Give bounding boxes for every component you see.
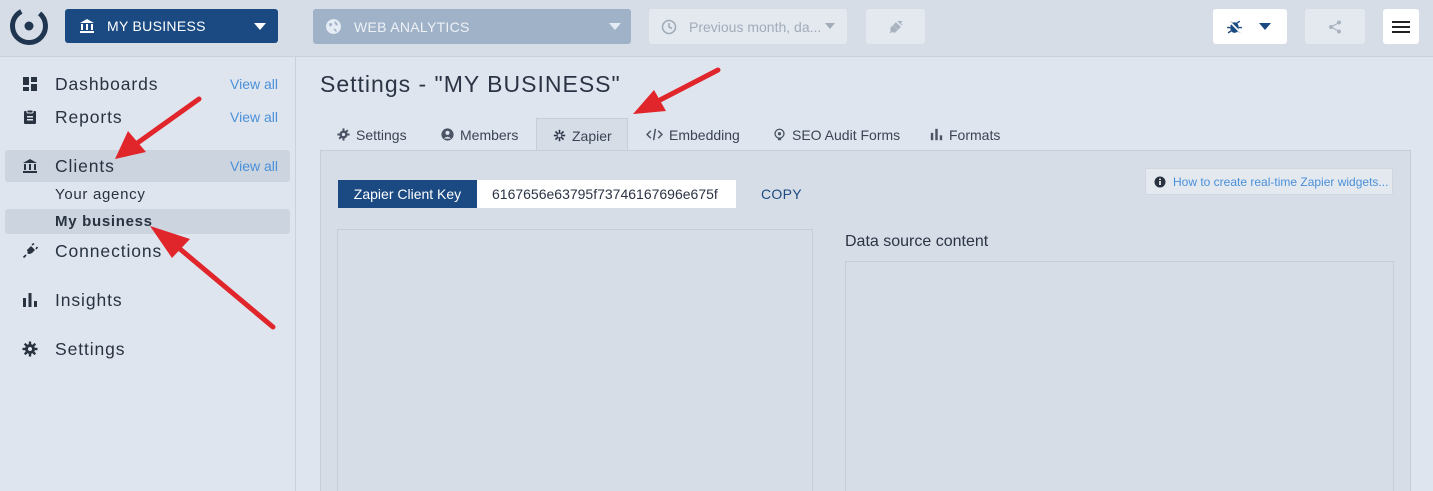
sidebar-item-dashboards[interactable]: Dashboards View all (5, 68, 290, 100)
data-source-title: Data source content (845, 233, 989, 250)
client-select-label: MY BUSINESS (107, 18, 206, 34)
bug-icon (1227, 19, 1242, 34)
zapier-key-field[interactable]: 6167656e63795f73746167696e675f (477, 180, 736, 208)
clock-icon (661, 19, 677, 34)
tab-settings[interactable]: Settings (337, 118, 407, 151)
sidebar-item-label: Clients (55, 155, 115, 176)
page-title: Settings - "MY BUSINESS" (320, 71, 621, 97)
copy-button[interactable]: COPY (761, 186, 802, 202)
datasource-select-label: WEB ANALYTICS (354, 18, 470, 35)
top-bar: MY BUSINESS WEB ANALYTICS Previous month… (0, 0, 1433, 57)
datasource-select[interactable]: WEB ANALYTICS (313, 9, 631, 44)
app-logo-icon[interactable] (9, 6, 49, 46)
zapier-key-label: Zapier Client Key (338, 180, 477, 208)
tab-label: Embedding (669, 126, 740, 143)
zapier-icon (553, 129, 566, 142)
code-icon (646, 128, 663, 141)
view-all-link[interactable]: View all (230, 158, 278, 174)
gear-icon (337, 128, 350, 141)
plug-icon (889, 20, 902, 33)
sidebar-item-label: Settings (55, 338, 126, 359)
tab-zapier[interactable]: Zapier (536, 118, 628, 152)
bank-icon (80, 19, 94, 33)
chevron-down-icon (254, 23, 266, 30)
tab-label: Formats (949, 126, 1001, 143)
sidebar-item-settings[interactable]: Settings (5, 333, 290, 365)
plug-icon (22, 243, 38, 259)
tab-label: SEO Audit Forms (792, 126, 901, 143)
sidebar-item-clients[interactable]: Clients View all (5, 150, 290, 182)
chevron-down-icon (609, 23, 621, 30)
sidebar-item-label: Connections (55, 240, 163, 261)
sidebar-subitem-your-agency[interactable]: Your agency (5, 182, 290, 207)
debug-menu-button[interactable] (1213, 9, 1287, 44)
settings-tabs: Settings Members Zapier Embedding SEO Au… (320, 118, 1411, 152)
hamburger-icon (1392, 20, 1410, 33)
sidebar: Dashboards View all Reports View all Cli… (0, 57, 296, 491)
sidebar-item-insights[interactable]: Insights (5, 284, 290, 316)
share-button[interactable] (1305, 9, 1365, 44)
view-all-link[interactable]: View all (230, 76, 278, 92)
user-icon (441, 128, 454, 141)
bar-chart-icon (930, 128, 943, 141)
help-link-label: How to create real-time Zapier widgets..… (1173, 174, 1389, 189)
sidebar-item-connections[interactable]: Connections (5, 235, 290, 267)
dashboard-icon (23, 77, 37, 91)
widget-list-box (337, 229, 813, 491)
tab-label: Members (460, 126, 519, 143)
share-icon (1329, 20, 1341, 33)
globe-icon (326, 19, 341, 34)
tab-formats[interactable]: Formats (930, 118, 1000, 151)
sidebar-subitem-label: My business (55, 213, 153, 230)
hamburger-menu-button[interactable] (1383, 9, 1419, 44)
sidebar-item-reports[interactable]: Reports View all (5, 101, 290, 133)
client-select[interactable]: MY BUSINESS (65, 9, 278, 43)
bar-chart-icon (23, 293, 37, 307)
report-icon (24, 109, 36, 124)
chevron-down-icon (1259, 23, 1271, 30)
sidebar-subitem-my-business[interactable]: My business (5, 209, 290, 234)
tab-seo-audit-forms[interactable]: SEO Audit Forms (773, 118, 900, 151)
annotation-arrow (633, 67, 721, 114)
date-range-select[interactable]: Previous month, da... (649, 9, 847, 44)
chevron-down-icon (825, 23, 835, 29)
date-range-label: Previous month, da... (689, 18, 822, 35)
sidebar-subitem-label: Your agency (55, 186, 146, 203)
info-icon (1154, 176, 1166, 187)
zapier-help-link[interactable]: How to create real-time Zapier widgets..… (1145, 168, 1393, 195)
bank-icon (23, 159, 37, 173)
sidebar-item-label: Dashboards (55, 73, 159, 94)
sidebar-item-label: Reports (55, 106, 123, 127)
view-all-link[interactable]: View all (230, 109, 278, 125)
data-source-content-box (845, 261, 1394, 491)
sidebar-item-label: Insights (55, 289, 123, 310)
gear-icon (22, 341, 38, 357)
tab-label: Settings (356, 126, 407, 143)
tab-members[interactable]: Members (441, 118, 518, 151)
tab-label: Zapier (572, 127, 612, 144)
tab-embedding[interactable]: Embedding (646, 118, 740, 151)
connections-button[interactable] (866, 9, 925, 44)
seo-icon (774, 128, 785, 141)
